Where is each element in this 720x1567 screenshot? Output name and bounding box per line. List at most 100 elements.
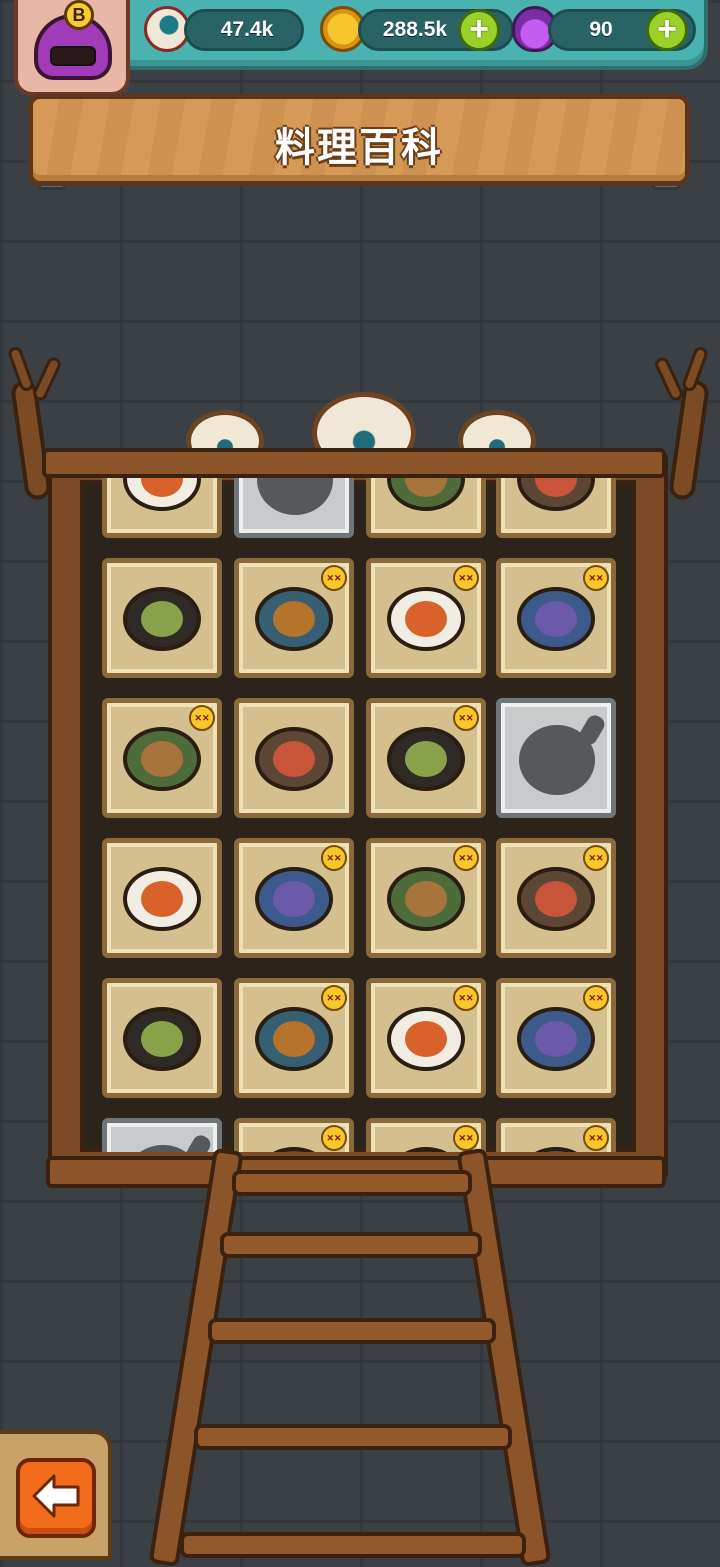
dish-food-icon (141, 741, 183, 777)
dish-plate-icon (387, 478, 465, 511)
shelf-finger (652, 355, 686, 403)
recipe-card[interactable]: ✕✕ (366, 1118, 486, 1152)
dish-food-icon (405, 1021, 447, 1057)
dish-plate-icon (387, 867, 465, 931)
dish-plate-icon (123, 478, 201, 511)
recipe-card[interactable] (234, 698, 354, 818)
recipe-card[interactable]: ✕✕ (496, 1118, 616, 1152)
recipe-card[interactable]: ✕✕ (496, 558, 616, 678)
dish-food-icon (535, 881, 577, 917)
dish-plate-icon (517, 587, 595, 651)
spicy-monster-badge-icon: ✕✕ (583, 565, 609, 591)
recipe-card[interactable]: ✕✕ (234, 1118, 354, 1152)
dish-food-icon (535, 1021, 577, 1057)
dish-food-icon (141, 1021, 183, 1057)
spicy-monster-badge-icon: ✕✕ (321, 1125, 347, 1151)
recipe-card[interactable]: ✕✕ (496, 978, 616, 1098)
rank-badge: B (64, 0, 94, 30)
eyeball-count: 47.4k (220, 18, 274, 41)
avatar-mouth (50, 46, 96, 66)
dish-food-icon (273, 741, 315, 777)
dish-plate-icon (123, 867, 201, 931)
recipe-card-locked[interactable] (234, 478, 354, 538)
dish-plate-icon (387, 1007, 465, 1071)
dish-food-icon (535, 601, 577, 637)
shelf-top-beam (42, 448, 666, 478)
spicy-monster-badge-icon: ✕✕ (321, 565, 347, 591)
dish-food-icon (141, 478, 183, 497)
ladder-rung (220, 1232, 482, 1258)
ladder-rung (180, 1532, 526, 1558)
spicy-monster-badge-icon: ✕✕ (583, 1125, 609, 1151)
recipe-card-locked[interactable] (496, 698, 616, 818)
eyeball-counter: 47.4k (184, 9, 304, 51)
dish-plate-icon (255, 727, 333, 791)
recipe-card[interactable] (366, 478, 486, 538)
ladder-rail-left (148, 1147, 244, 1567)
buy-coins-button[interactable]: + (458, 9, 500, 51)
recipe-card[interactable]: ✕✕ (234, 558, 354, 678)
dish-plate-icon (387, 727, 465, 791)
dish-plate-icon (255, 587, 333, 651)
plus-icon: + (469, 10, 489, 48)
recipe-card[interactable]: ✕✕ (234, 838, 354, 958)
dish-food-icon (273, 881, 315, 917)
recipe-card[interactable]: ✕✕ (366, 698, 486, 818)
recipe-card[interactable]: ✕✕ (234, 978, 354, 1098)
spicy-monster-badge-icon: ✕✕ (321, 845, 347, 871)
player-avatar-button[interactable]: B (14, 0, 130, 96)
recipe-card[interactable] (102, 478, 222, 538)
title-board: 料理百科 (28, 94, 690, 186)
spicy-monster-badge-icon: ✕✕ (453, 565, 479, 591)
locked-dish-silhouette-icon (519, 725, 595, 795)
dish-food-icon (405, 478, 447, 497)
dish-food-icon (405, 601, 447, 637)
locked-dish-silhouette-icon (257, 478, 333, 515)
ladder-rung (194, 1424, 512, 1450)
coin-count: 288.5k (382, 18, 448, 41)
dish-plate-icon (517, 478, 595, 511)
spicy-monster-badge-icon: ✕✕ (453, 845, 479, 871)
dish-plate-icon (387, 587, 465, 651)
recipe-card[interactable]: ✕✕ (366, 838, 486, 958)
resource-bar: 47.4k 288.5k + 90 + (110, 0, 708, 70)
dish-food-icon (141, 601, 183, 637)
spicy-monster-badge-icon: ✕✕ (453, 1125, 479, 1151)
dish-plate-icon (255, 1007, 333, 1071)
dish-plate-icon (517, 1007, 595, 1071)
back-button[interactable] (16, 1458, 96, 1538)
spicy-monster-badge-icon: ✕✕ (453, 985, 479, 1011)
recipe-card[interactable] (496, 478, 616, 538)
recipe-grid[interactable]: ✕✕ ✕✕ ✕✕ ✕✕ ✕✕ ✕✕ ✕✕ ✕✕ ✕✕ ✕✕ ✕✕ ✕✕ ✕✕ ✕✕ (96, 478, 626, 1152)
dish-plate-icon (123, 1007, 201, 1071)
recipe-card[interactable]: ✕✕ (102, 698, 222, 818)
spicy-monster-badge-icon: ✕✕ (583, 985, 609, 1011)
dish-food-icon (535, 478, 577, 497)
dish-food-icon (273, 1021, 315, 1057)
dish-plate-icon (123, 727, 201, 791)
spicy-monster-badge-icon: ✕✕ (583, 845, 609, 871)
shelf-finger (30, 355, 64, 403)
recipe-card[interactable]: ✕✕ (366, 978, 486, 1098)
recipe-card[interactable]: ✕✕ (366, 558, 486, 678)
recipe-card[interactable] (102, 978, 222, 1098)
back-arrow-icon (32, 1474, 80, 1518)
spicy-monster-badge-icon: ✕✕ (453, 705, 479, 731)
shelf-finger (6, 344, 36, 394)
recipe-card[interactable] (102, 838, 222, 958)
recipe-card[interactable]: ✕✕ (496, 838, 616, 958)
spicy-monster-badge-icon: ✕✕ (321, 985, 347, 1011)
dish-plate-icon (123, 587, 201, 651)
buy-potions-button[interactable]: + (646, 9, 688, 51)
plus-icon: + (657, 10, 677, 48)
dish-plate-icon (517, 867, 595, 931)
dish-food-icon (405, 881, 447, 917)
recipe-card-locked[interactable] (102, 1118, 222, 1152)
recipe-card[interactable] (102, 558, 222, 678)
ladder-rail-right (456, 1147, 552, 1567)
dish-plate-icon (255, 867, 333, 931)
spicy-monster-badge-icon: ✕✕ (189, 705, 215, 731)
dish-plate-icon (387, 1147, 465, 1152)
locked-dish-silhouette-icon (125, 1145, 201, 1152)
dish-plate-icon (255, 1147, 333, 1152)
